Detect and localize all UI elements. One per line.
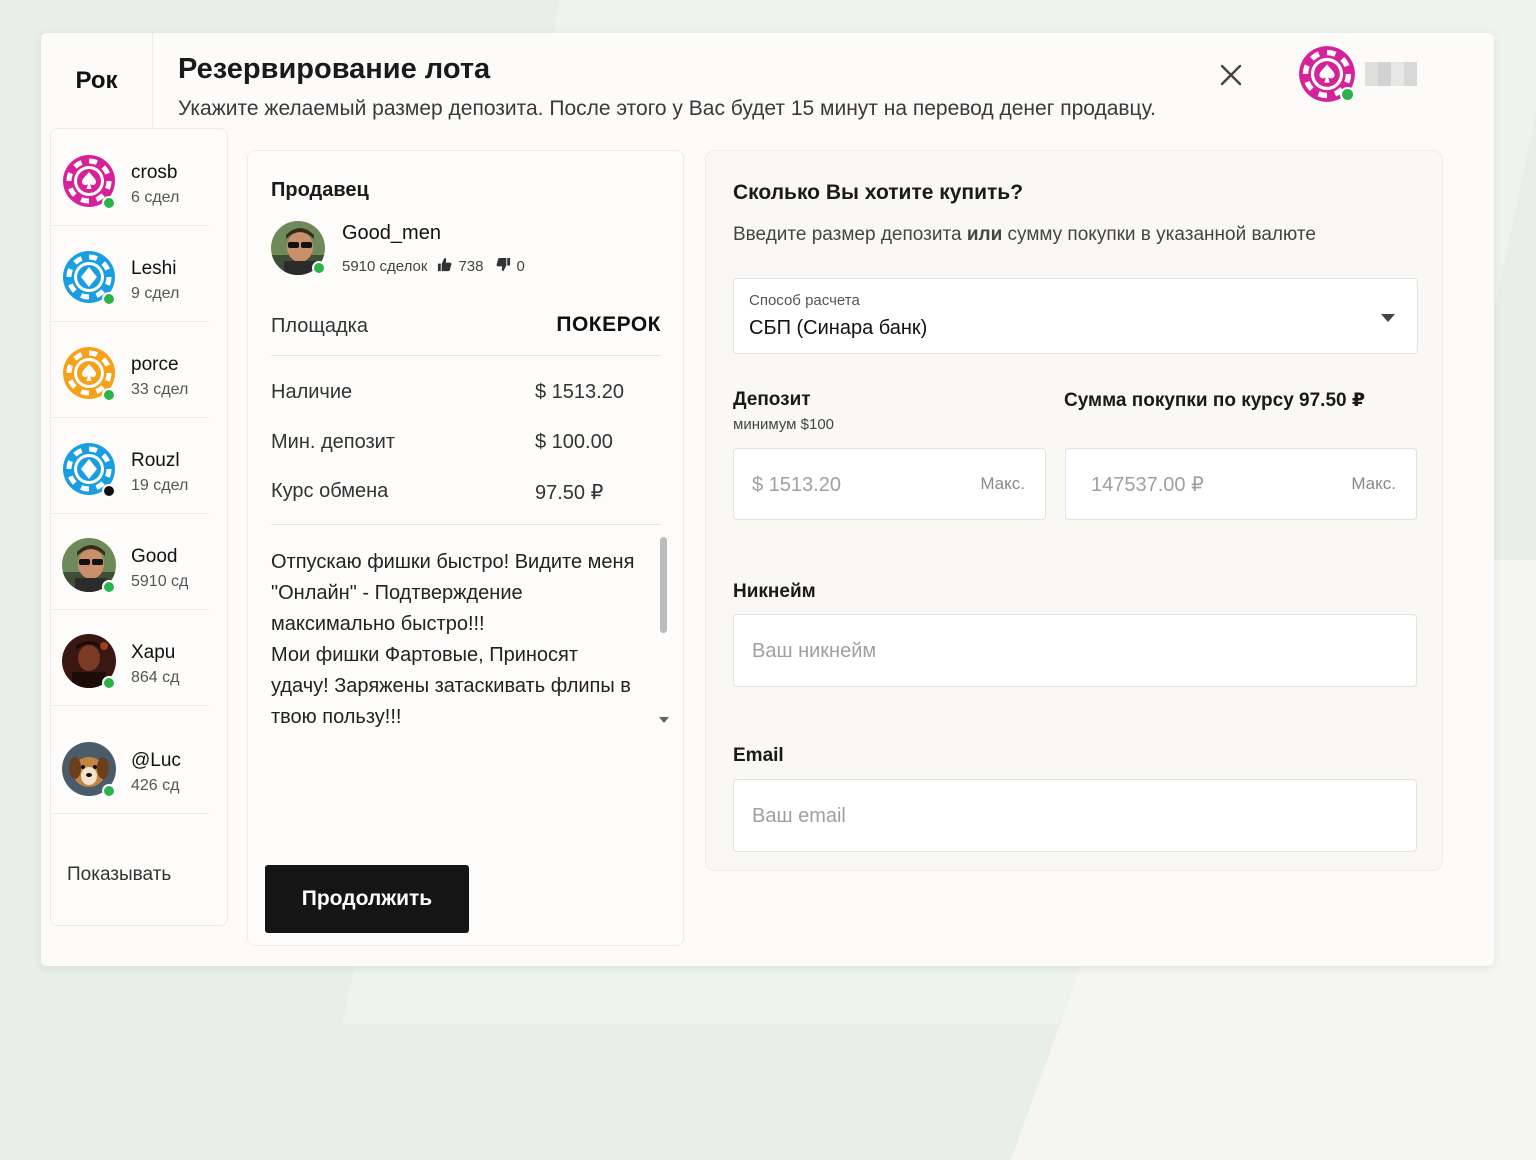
offline-status-dot [102,484,116,498]
exchange-rate-value: 97.50 ₽ [535,482,604,504]
purchase-form: Сколько Вы хотите купить? Введите размер… [705,150,1443,871]
page-title: Резервирование лота [178,53,491,85]
list-item[interactable]: Rouzl 19 сдел [51,417,209,514]
description-scrollbar[interactable] [658,537,669,729]
deposit-input[interactable] [750,449,972,521]
list-item[interactable]: Good 5910 сд [51,513,209,610]
deal-count: 6 сдел [131,189,180,206]
email-label: Email [733,745,784,766]
list-item[interactable]: porce 33 сдел [51,321,209,418]
seller-name: crosb [131,162,178,183]
list-item[interactable]: crosb 6 сдел [51,129,209,226]
purchase-amount-field[interactable]: Макс. [1065,448,1417,521]
online-status-dot [102,388,116,402]
form-hint: Введите размер депозита или сумму покупк… [733,224,1316,246]
seller-name: Rouzl [131,450,180,471]
list-item[interactable]: Xapu 864 сд [51,609,209,706]
exchange-rate-label: Курс обмена [271,480,389,502]
deposit-max-button[interactable]: Макс. [980,474,1025,494]
online-status-dot [312,261,326,275]
chevron-down-icon [1381,314,1395,322]
divider [271,524,661,525]
payment-method-label: Способ расчета [749,292,860,309]
brand-logo[interactable]: Рок [41,33,152,128]
description-paragraph: Мои фишки Фартовые, Приносят удачу! Заря… [271,644,631,728]
scroll-down-arrow-icon[interactable] [659,717,669,723]
min-deposit-value: $ 100.00 [535,431,613,453]
deal-count: 5910 сделок [342,258,428,275]
purchase-amount-input[interactable] [1089,449,1338,521]
deal-count: 5910 сд [131,573,189,590]
nickname-input[interactable] [750,615,1232,688]
page-subtitle: Укажите желаемый размер депозита. После … [178,97,1156,120]
online-status-dot [1340,87,1355,102]
min-deposit-row: Мин. депозит $ 100.00 [271,431,661,454]
nickname-label: Никнейм [733,581,816,602]
dislikes-count: 0 [516,258,525,275]
description-paragraph: Отпускаю фишки быстро! Видите меня "Онла… [271,551,635,635]
divider [152,33,153,128]
online-status-dot [102,784,116,798]
seller-name: @Luc [131,750,181,771]
divider [271,355,661,356]
payment-method-select[interactable]: Способ расчета СБП (Синара банк) [733,278,1418,354]
deal-count: 33 сдел [131,381,189,398]
hint-text: Введите размер депозита [733,224,967,245]
online-status-dot [102,580,116,594]
list-item[interactable]: @Luc 426 сд [51,705,209,814]
platform-label: Площадка [271,315,368,337]
thumbs-down-icon [496,257,511,276]
user-name-blurred [1365,62,1417,86]
seller-heading: Продавец [271,179,369,201]
exchange-rate-row: Курс обмена 97.50 ₽ [271,480,661,504]
email-field[interactable] [733,779,1417,853]
available-label: Наличие [271,381,353,403]
seller-name: Good [131,546,178,567]
seller-panel: Продавец Good_men 5910 сделок 738 0 Площ… [247,150,684,946]
seller-name: Leshi [131,258,177,279]
purchase-amount-label: Сумма покупки по курсу 97.50 ₽ [1064,390,1366,411]
deal-count: 864 сд [131,669,180,686]
likes-count: 738 [458,258,484,275]
deposit-label: Депозит [733,389,811,410]
deal-count: 9 сдел [131,285,180,302]
thumbs-up-icon [437,257,452,276]
scroll-thumb[interactable] [660,537,667,633]
deal-count: 426 сд [131,777,180,794]
online-status-dot [102,292,116,306]
seller-name[interactable]: Good_men [342,222,441,245]
deposit-field[interactable]: Макс. [733,448,1046,521]
purchase-max-button[interactable]: Макс. [1351,474,1396,494]
email-input[interactable] [750,780,1232,853]
available-value: $ 1513.20 [535,381,624,403]
reservation-dialog: Рок Резервирование лота Укажите желаемый… [41,33,1494,966]
form-heading: Сколько Вы хотите купить? [733,181,1024,204]
seller-name: Xapu [131,642,176,663]
show-more-link[interactable]: Показывать [67,864,171,886]
platform-row: Площадка ПОКЕРОК [271,313,661,338]
min-deposit-label: Мин. депозит [271,431,396,453]
seller-description: Отпускаю фишки быстро! Видите меня "Онла… [271,547,641,737]
sellers-sidebar: crosb 6 сдел Leshi 9 сдел porce 33 сдел … [50,128,228,926]
nickname-field[interactable] [733,614,1417,688]
available-row: Наличие $ 1513.20 [271,381,661,404]
hint-emphasis: или [966,224,1003,245]
online-status-dot [102,196,116,210]
continue-button[interactable]: Продолжить [265,865,469,933]
list-item[interactable]: Leshi 9 сдел [51,225,209,322]
seller-stats: 5910 сделок 738 0 [342,257,525,276]
seller-name: porce [131,354,179,375]
deposit-minimum: минимум $100 [733,416,835,433]
close-icon[interactable] [1217,61,1245,89]
hint-text: сумму покупки в указанной валюте [1002,224,1316,245]
deal-count: 19 сдел [131,477,189,494]
online-status-dot [102,676,116,690]
platform-logo: ПОКЕРОК [556,313,661,336]
payment-method-value: СБП (Синара банк) [749,317,928,339]
